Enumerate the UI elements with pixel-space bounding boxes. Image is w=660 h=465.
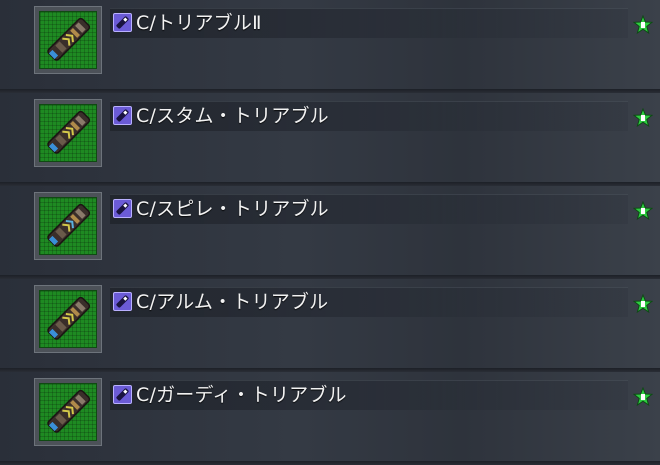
c-chip-type-icon: [113, 199, 132, 218]
item-name: C/スタム・トリアブル: [136, 105, 329, 127]
item-thumbnail: [34, 192, 102, 260]
item-name-bar: C/アルム・トリアブル: [110, 287, 628, 317]
item-name-bar: C/スピレ・トリアブル: [110, 194, 628, 224]
star-badge-icon: [632, 386, 654, 407]
item-row[interactable]: C/スタム・トリアブル: [0, 93, 660, 186]
item-name: C/ガーディ・トリアブル: [136, 384, 347, 406]
star-badge-icon: [632, 14, 654, 35]
item-list: C/トリアブルⅡ C/スタム・トリアブル C/スピレ・トリアブル C/アルム・ト…: [0, 0, 660, 465]
item-thumbnail: [34, 285, 102, 353]
item-name-bar: C/ガーディ・トリアブル: [110, 380, 628, 410]
item-row[interactable]: C/アルム・トリアブル: [0, 279, 660, 372]
star-badge-icon: [632, 107, 654, 128]
chip-icon: [39, 104, 97, 162]
item-thumbnail: [34, 6, 102, 74]
chip-icon: [39, 383, 97, 441]
item-name-bar: C/トリアブルⅡ: [110, 8, 628, 38]
chip-icon: [39, 11, 97, 69]
c-chip-type-icon: [113, 106, 132, 125]
item-name: C/アルム・トリアブル: [136, 291, 329, 313]
item-name-bar: C/スタム・トリアブル: [110, 101, 628, 131]
item-name: C/トリアブルⅡ: [136, 12, 262, 34]
item-row[interactable]: C/スピレ・トリアブル: [0, 186, 660, 279]
item-row[interactable]: C/ガーディ・トリアブル: [0, 372, 660, 465]
star-badge-icon: [632, 200, 654, 221]
item-row[interactable]: C/トリアブルⅡ: [0, 0, 660, 93]
c-chip-type-icon: [113, 292, 132, 311]
chip-icon: [39, 290, 97, 348]
item-name: C/スピレ・トリアブル: [136, 198, 329, 220]
c-chip-type-icon: [113, 385, 132, 404]
star-badge-icon: [632, 293, 654, 314]
c-chip-type-icon: [113, 13, 132, 32]
chip-icon: [39, 197, 97, 255]
item-thumbnail: [34, 99, 102, 167]
item-thumbnail: [34, 378, 102, 446]
